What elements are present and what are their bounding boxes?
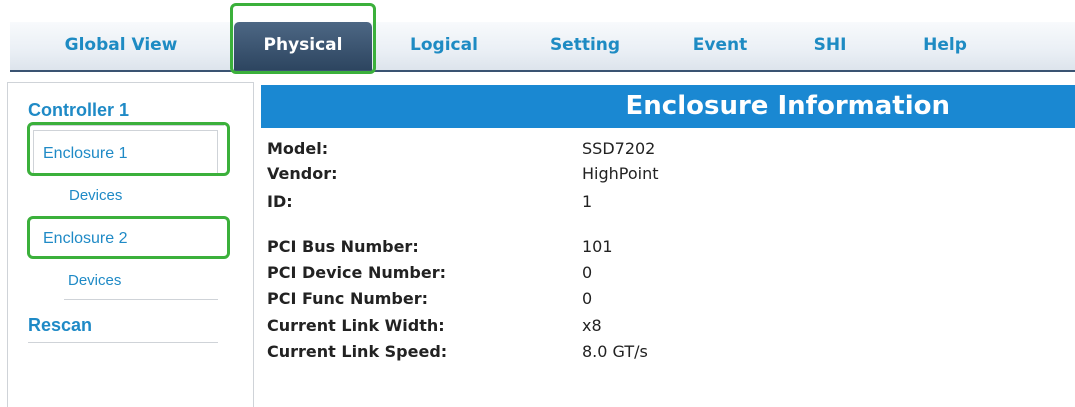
top-nav-bar: Global View Physical Logical Setting Eve…: [10, 22, 1075, 72]
sidebar-rescan-link[interactable]: Rescan: [28, 315, 92, 336]
field-label-pci-func: PCI Func Number:: [267, 289, 429, 308]
tab-global-view[interactable]: Global View: [10, 22, 232, 70]
tab-event[interactable]: Event: [670, 22, 770, 70]
tab-logical[interactable]: Logical: [386, 22, 502, 70]
field-label-link-width: Current Link Width:: [267, 316, 445, 335]
tab-physical[interactable]: Physical: [234, 22, 372, 70]
field-label-pci-bus: PCI Bus Number:: [267, 237, 419, 256]
field-value-id: 1: [582, 192, 593, 211]
field-value-pci-bus: 101: [582, 237, 613, 256]
field-value-link-width: x8: [582, 316, 602, 335]
field-value-pci-device: 0: [582, 263, 593, 282]
sidebar-devices-1-link[interactable]: Devices: [69, 187, 122, 204]
field-label-link-speed: Current Link Speed:: [267, 342, 448, 361]
tab-shi[interactable]: SHI: [800, 22, 860, 70]
sidebar-divider: [64, 299, 218, 300]
field-value-model: SSD7202: [582, 139, 656, 158]
field-label-model: Model:: [267, 139, 329, 158]
sidebar-divider: [28, 125, 224, 126]
field-value-link-speed: 8.0 GT/s: [582, 342, 648, 361]
sidebar-controller-link[interactable]: Controller 1: [28, 100, 129, 121]
sidebar-devices-2-link[interactable]: Devices: [68, 272, 121, 289]
page-title: Enclosure Information: [625, 91, 950, 121]
sidebar-enclosure-1-link[interactable]: Enclosure 1: [43, 145, 128, 163]
sidebar-enclosure-2-link[interactable]: Enclosure 2: [43, 230, 128, 248]
field-label-id: ID:: [267, 192, 293, 211]
field-value-pci-func: 0: [582, 289, 593, 308]
tab-help[interactable]: Help: [900, 22, 990, 70]
sidebar-divider: [28, 342, 218, 343]
enclosure-info-header: Enclosure Information: [261, 85, 1075, 128]
field-value-vendor: HighPoint: [582, 164, 659, 183]
tab-setting[interactable]: Setting: [525, 22, 645, 70]
field-label-vendor: Vendor:: [267, 164, 338, 183]
field-label-pci-device: PCI Device Number:: [267, 263, 446, 282]
